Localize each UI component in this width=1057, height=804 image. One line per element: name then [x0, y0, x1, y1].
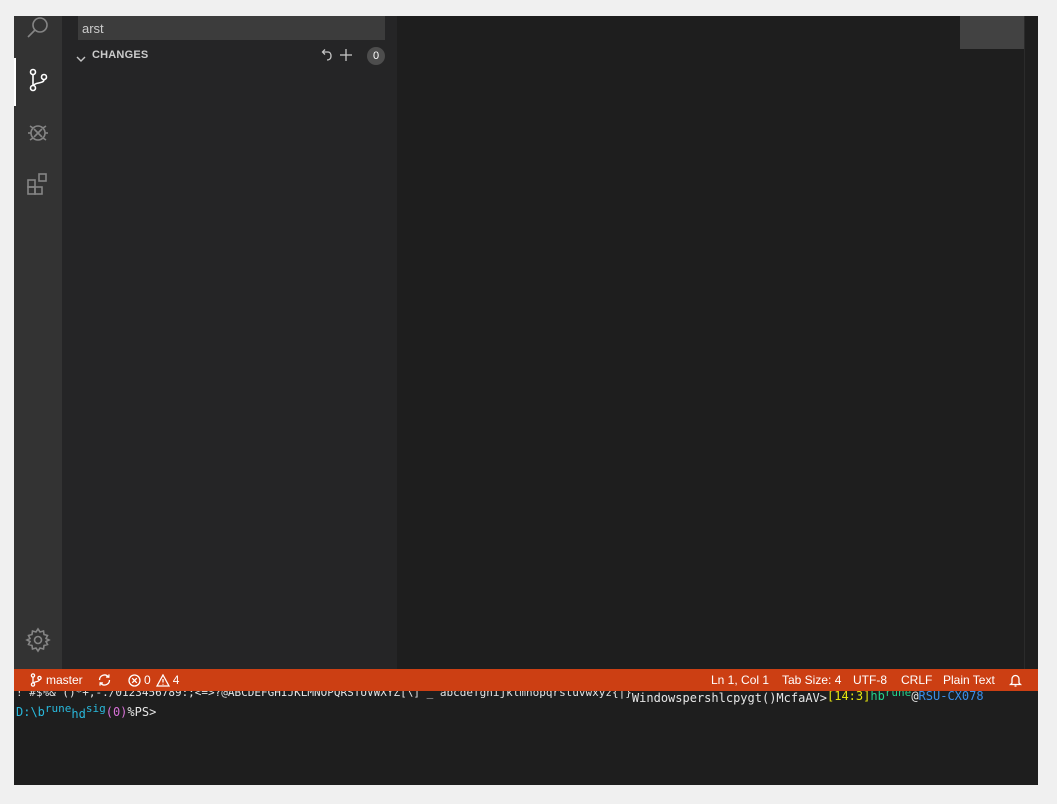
minimap-slider[interactable] [960, 16, 1024, 49]
git-branch-icon [30, 673, 42, 687]
branch-name: master [46, 673, 83, 687]
error-count: 0 [144, 673, 151, 687]
vertical-scrollbar[interactable] [1024, 16, 1025, 669]
term-prompt: %PS> [127, 705, 157, 719]
activity-search[interactable] [14, 16, 62, 54]
error-icon [128, 673, 141, 687]
sync-changes-button[interactable] [97, 669, 112, 691]
plus-icon [339, 47, 353, 66]
eol-selector[interactable]: CRLF [901, 669, 932, 691]
commit-message-input[interactable] [78, 16, 385, 40]
changes-count-badge: 0 [367, 47, 385, 65]
tab-size-selector[interactable]: Tab Size: 4 [782, 669, 841, 691]
activity-manage[interactable] [14, 618, 62, 666]
source-control-icon [25, 67, 51, 97]
changes-label: CHANGES [92, 49, 149, 61]
term-status: (0) [105, 705, 128, 719]
term-hd: hd [71, 707, 86, 721]
activity-debug[interactable] [14, 110, 62, 158]
gear-icon [25, 627, 51, 657]
language-mode-label: Plain Text [943, 673, 995, 687]
term-shell-name: Windowspershlcpygt()McfaAV> [631, 691, 827, 705]
warning-icon [155, 673, 170, 687]
term-user: rune [884, 691, 912, 699]
bell-icon [1009, 673, 1022, 687]
undo-icon [319, 47, 333, 66]
term-charset-upper: !"#$%&'()*+,-./0123456789:;<=>?@ABCDEFGH… [16, 691, 520, 699]
term-at: @ [911, 691, 919, 703]
term-host: RSU-CX078 [918, 691, 984, 703]
cursor-position-label: Ln 1, Col 1 [711, 673, 770, 687]
status-bar: master 0 4 Ln 1, Col 1 Tab Size: 4 UTF-8 [14, 669, 1038, 691]
chevron-down-icon[interactable] [75, 50, 87, 62]
source-control-sidebar: CHANGES 0 [62, 16, 397, 669]
warning-count: 4 [172, 673, 180, 687]
activity-bar [14, 16, 62, 669]
search-icon [25, 16, 51, 45]
cursor-position[interactable]: Ln 1, Col 1 [711, 669, 769, 691]
eol-label: CRLF [901, 673, 933, 687]
terminal-panel[interactable]: !"#$%&'()*+,-./0123456789:;<=>?@ABCDEFGH… [14, 691, 1038, 785]
sync-icon [97, 673, 112, 687]
activity-extensions[interactable] [14, 162, 62, 210]
terminal-line-2: D:\brunehdsig(0)%PS> [16, 702, 157, 721]
term-time: [14:3] [827, 691, 871, 703]
discard-all-changes-button[interactable] [317, 47, 335, 65]
stage-all-changes-button[interactable] [337, 47, 355, 65]
term-charset-lower: mnopqrstuvwxyz{|} [519, 691, 632, 699]
activity-source-control[interactable] [14, 58, 62, 106]
vscode-window: CHANGES 0 master [14, 16, 1038, 785]
term-drive: D:\b [16, 705, 45, 719]
editor-area[interactable] [397, 16, 1038, 669]
changes-section-header[interactable]: CHANGES 0 [62, 45, 397, 67]
language-mode-selector[interactable]: Plain Text [943, 669, 995, 691]
encoding-label: UTF-8 [853, 673, 887, 687]
term-sig: sig [85, 702, 106, 715]
problems-indicator[interactable]: 0 4 [128, 669, 179, 691]
notifications-button[interactable] [1009, 669, 1022, 691]
debug-icon [25, 119, 51, 149]
branch-indicator[interactable]: master [30, 669, 83, 691]
term-hb: hb [870, 691, 885, 703]
term-dir: rune [44, 702, 72, 715]
tab-size-label: Tab Size: 4 [782, 673, 842, 687]
extensions-icon [25, 171, 51, 201]
encoding-selector[interactable]: UTF-8 [853, 669, 887, 691]
terminal-line-1: !"#$%&'()*+,-./0123456789:;<=>?@ABCDEFGH… [16, 691, 984, 705]
